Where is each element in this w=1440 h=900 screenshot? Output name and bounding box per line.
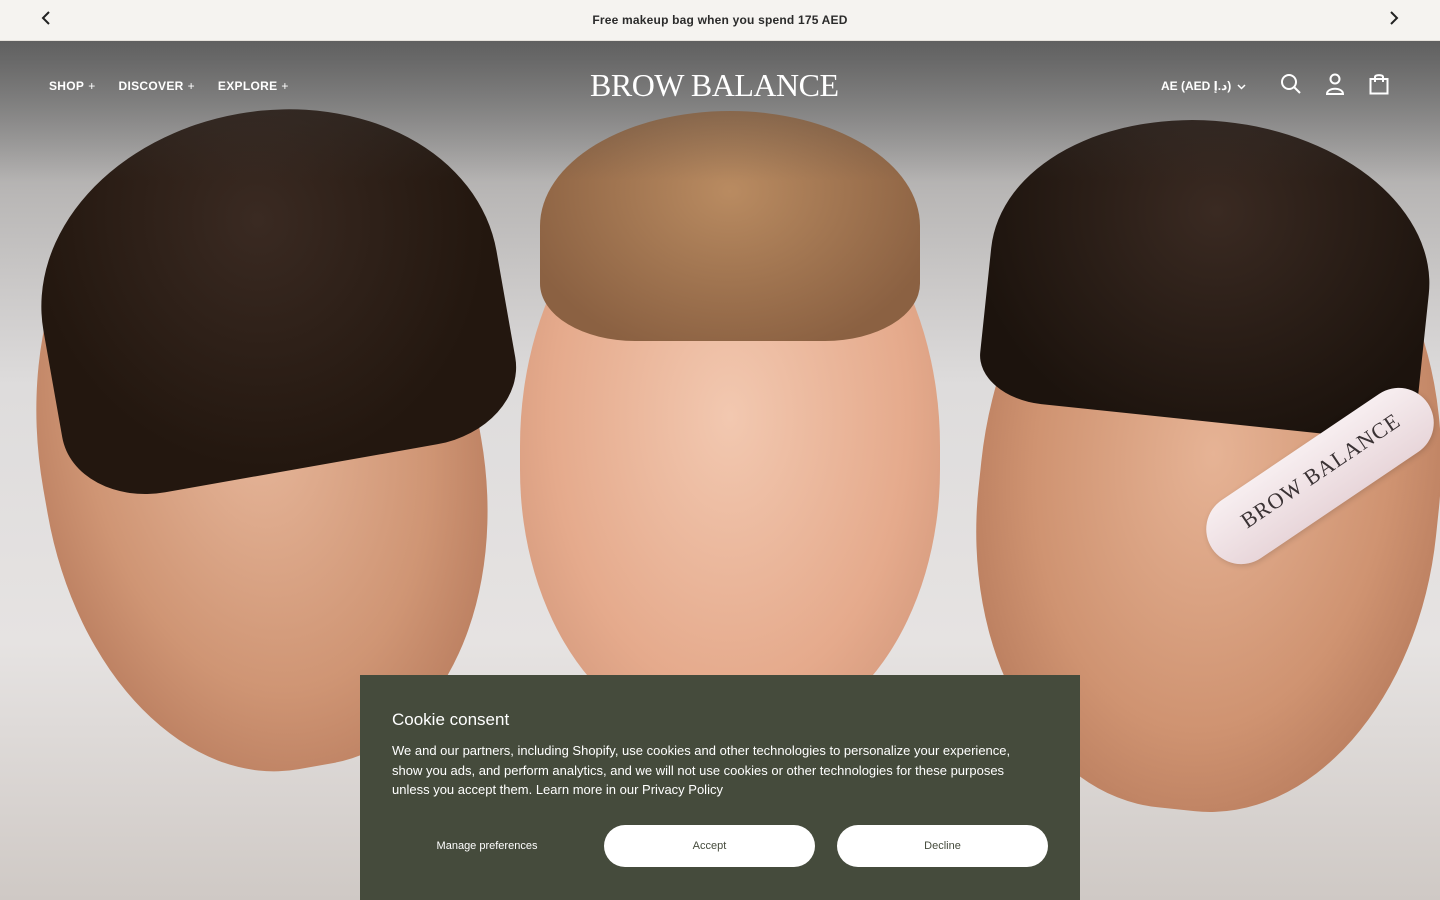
chevron-down-icon bbox=[1237, 79, 1246, 93]
chevron-right-icon bbox=[1389, 10, 1399, 30]
account-button[interactable] bbox=[1323, 73, 1347, 100]
cookie-consent-dialog: Cookie consent We and our partners, incl… bbox=[360, 675, 1080, 900]
chevron-left-icon bbox=[41, 10, 51, 30]
cookie-body: We and our partners, including Shopify, … bbox=[392, 741, 1042, 800]
nav-explore[interactable]: EXPLORE + bbox=[218, 79, 289, 93]
cart-button[interactable] bbox=[1367, 73, 1391, 100]
decline-button[interactable]: Decline bbox=[837, 825, 1048, 867]
announcement-text: Free makeup bag when you spend 175 AED bbox=[592, 13, 848, 27]
nav-discover[interactable]: DISCOVER + bbox=[119, 79, 195, 93]
bag-icon bbox=[1369, 73, 1389, 100]
plus-icon: + bbox=[281, 79, 289, 93]
plus-icon: + bbox=[88, 79, 96, 93]
nav-shop[interactable]: SHOP + bbox=[49, 79, 96, 93]
nav-shop-label: SHOP bbox=[49, 79, 85, 93]
manage-preferences-button[interactable]: Manage preferences bbox=[392, 825, 582, 867]
site-header: SHOP + DISCOVER + EXPLORE + BROW BALANCE… bbox=[0, 41, 1440, 133]
search-button[interactable] bbox=[1279, 73, 1303, 100]
announcement-next-button[interactable] bbox=[1384, 10, 1404, 30]
plus-icon: + bbox=[187, 79, 195, 93]
main-nav: SHOP + DISCOVER + EXPLORE + bbox=[49, 79, 289, 93]
currency-selector[interactable]: AE (AED د.إ) bbox=[1161, 79, 1246, 93]
cookie-title: Cookie consent bbox=[392, 710, 510, 729]
announcement-prev-button[interactable] bbox=[36, 10, 56, 30]
privacy-policy-link[interactable]: Learn more in our Privacy Policy bbox=[536, 782, 723, 797]
nav-explore-label: EXPLORE bbox=[217, 79, 278, 93]
announcement-bar: Free makeup bag when you spend 175 AED bbox=[0, 0, 1440, 41]
brand-logo[interactable]: BROW BALANCE bbox=[590, 67, 839, 104]
nav-discover-label: DISCOVER bbox=[118, 79, 184, 93]
accept-button[interactable]: Accept bbox=[604, 825, 815, 867]
currency-label: AE (AED د.إ) bbox=[1161, 79, 1232, 93]
user-icon bbox=[1325, 73, 1345, 100]
search-icon bbox=[1280, 73, 1302, 100]
